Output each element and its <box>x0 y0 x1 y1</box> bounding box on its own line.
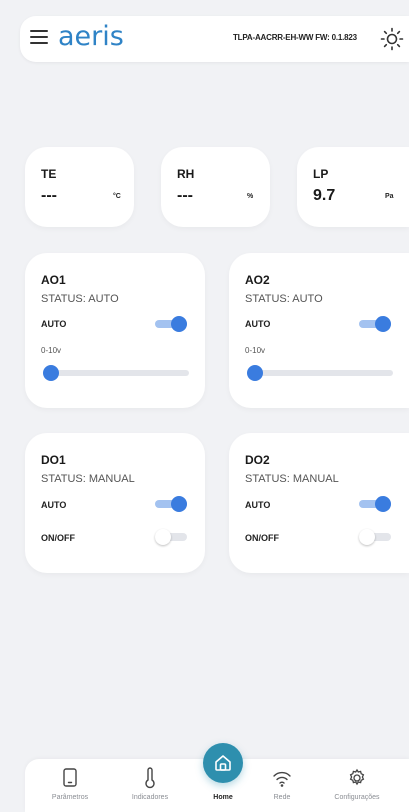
sensor-unit: Pa <box>385 193 394 200</box>
slider-knob[interactable] <box>247 365 263 381</box>
range-label: 0-10v <box>41 346 62 355</box>
sensor-unit: °C <box>113 193 121 200</box>
nav-item-configuracoes[interactable]: Configurações <box>321 759 393 812</box>
thermometer-icon <box>140 767 160 789</box>
home-button[interactable] <box>203 743 243 783</box>
onoff-label: ON/OFF <box>41 533 75 543</box>
theme-toggle-sun-icon[interactable] <box>380 27 404 51</box>
top-bar: aeris TLPA-AACRR-EH-WW FW: 0.1.823 <box>20 16 409 62</box>
nav-item-rede[interactable]: Rede <box>247 759 317 812</box>
onoff-toggle[interactable] <box>359 529 391 545</box>
sensor-value: --- <box>41 187 57 204</box>
auto-label: AUTO <box>41 319 67 329</box>
auto-label: AUTO <box>41 500 67 510</box>
hamburger-menu-icon[interactable] <box>30 30 48 44</box>
sensor-unit: % <box>247 193 254 200</box>
nav-label: Configurações <box>334 794 380 801</box>
auto-label: AUTO <box>245 500 271 510</box>
range-label: 0-10v <box>245 346 266 355</box>
gear-icon <box>347 767 367 789</box>
card-status: STATUS: MANUAL <box>41 473 135 485</box>
card-title: DO1 <box>41 453 66 467</box>
tablet-icon <box>60 767 80 789</box>
card-status: STATUS: MANUAL <box>245 473 339 485</box>
card-title: AO1 <box>41 273 66 287</box>
home-icon <box>215 755 231 771</box>
auto-label: AUTO <box>245 319 271 329</box>
output-slider[interactable] <box>43 365 189 381</box>
sensor-card-lp: LP 9.7 Pa <box>297 147 409 227</box>
sensor-value: 9.7 <box>313 187 336 204</box>
card-status: STATUS: AUTO <box>41 293 119 305</box>
analog-output-card-ao1: AO1 STATUS: AUTO AUTO 0-10v <box>25 253 205 408</box>
nav-item-parametros[interactable]: Parâmetros <box>35 759 105 812</box>
card-status: STATUS: AUTO <box>245 293 323 305</box>
card-title: AO2 <box>245 273 270 287</box>
sensor-card-te: TE --- °C <box>25 147 134 227</box>
sensor-value: --- <box>177 187 193 204</box>
onoff-toggle[interactable] <box>155 529 187 545</box>
onoff-label: ON/OFF <box>245 533 279 543</box>
analog-output-card-ao2: AO2 STATUS: AUTO AUTO 0-10v <box>229 253 409 408</box>
sensor-label: LP <box>313 167 329 181</box>
brand-logo: aeris <box>58 21 124 52</box>
wifi-icon <box>272 767 292 789</box>
card-title: DO2 <box>245 453 270 467</box>
nav-label: Rede <box>273 794 291 801</box>
nav-label: Indicadores <box>131 794 169 801</box>
nav-item-indicadores[interactable]: Indicadores <box>115 759 185 812</box>
auto-toggle[interactable] <box>155 316 187 332</box>
nav-label: Parâmetros <box>51 794 89 801</box>
auto-toggle[interactable] <box>155 496 187 512</box>
sensor-label: RH <box>177 167 195 181</box>
output-slider[interactable] <box>247 365 393 381</box>
digital-output-card-do2: DO2 STATUS: MANUAL AUTO ON/OFF <box>229 433 409 573</box>
sensor-label: TE <box>41 167 57 181</box>
auto-toggle[interactable] <box>359 496 391 512</box>
auto-toggle[interactable] <box>359 316 391 332</box>
device-firmware-info: TLPA-AACRR-EH-WW FW: 0.1.823 <box>233 33 357 42</box>
digital-output-card-do1: DO1 STATUS: MANUAL AUTO ON/OFF <box>25 433 205 573</box>
slider-knob[interactable] <box>43 365 59 381</box>
sensor-card-rh: RH --- % <box>161 147 270 227</box>
